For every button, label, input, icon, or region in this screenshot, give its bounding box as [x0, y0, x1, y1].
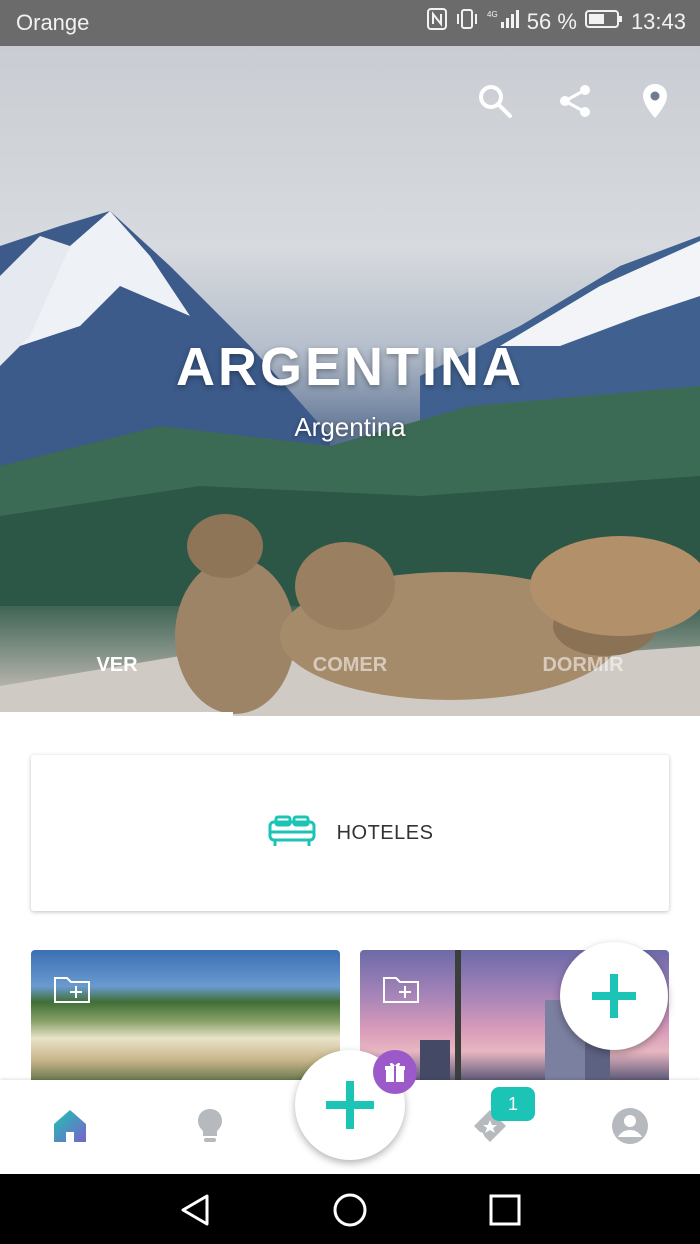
tab-comer[interactable]: COMER — [313, 654, 387, 677]
gift-icon — [385, 1062, 405, 1082]
vibrate-icon — [455, 8, 479, 36]
place-thumbnail[interactable] — [31, 950, 340, 1080]
gift-badge[interactable] — [373, 1050, 417, 1094]
home-system-icon[interactable] — [332, 1192, 368, 1228]
tab-indicator — [0, 712, 233, 716]
system-navigation-bar — [0, 1174, 700, 1244]
location-pin-icon[interactable] — [636, 82, 674, 120]
signal-icon: 4G — [487, 8, 519, 36]
destination-title: ARGENTINA — [176, 337, 524, 397]
nfc-icon — [426, 8, 447, 36]
bed-icon — [267, 814, 317, 853]
clock: 13:43 — [630, 9, 686, 34]
status-bar: Orange 4G 56 % 13:43 — [0, 0, 700, 46]
share-icon[interactable] — [556, 82, 594, 120]
lightbulb-icon[interactable] — [190, 1106, 230, 1146]
plus-icon — [592, 974, 636, 1018]
category-tabs: VER COMER DORMIR — [0, 650, 700, 716]
tab-ver[interactable]: VER — [96, 654, 137, 677]
ticket-count-badge: 1 — [491, 1087, 535, 1121]
svg-text:4G: 4G — [487, 10, 498, 19]
tab-dormir[interactable]: DORMIR — [542, 654, 623, 677]
battery-percentage: 56 % — [526, 9, 577, 34]
search-icon[interactable] — [476, 82, 514, 120]
recents-icon[interactable] — [487, 1192, 523, 1228]
destination-subtitle: Argentina — [294, 412, 406, 442]
account-icon[interactable] — [610, 1106, 650, 1146]
hotels-label: HOTELES — [336, 821, 434, 844]
hero-action-bar — [476, 82, 674, 120]
home-icon[interactable] — [50, 1106, 90, 1146]
battery-icon — [584, 9, 623, 35]
hero-banner: ARGENTINA Argentina VER COMER DORMIR — [0, 46, 700, 716]
add-place-button[interactable] — [560, 942, 668, 1050]
plus-icon — [326, 1081, 374, 1129]
carrier-name: Orange — [16, 10, 90, 35]
add-to-folder-icon[interactable] — [53, 974, 91, 1004]
back-icon[interactable] — [177, 1192, 213, 1228]
status-indicators: 4G 56 % 13:43 — [426, 8, 686, 36]
hotels-card[interactable]: HOTELES — [31, 755, 669, 911]
